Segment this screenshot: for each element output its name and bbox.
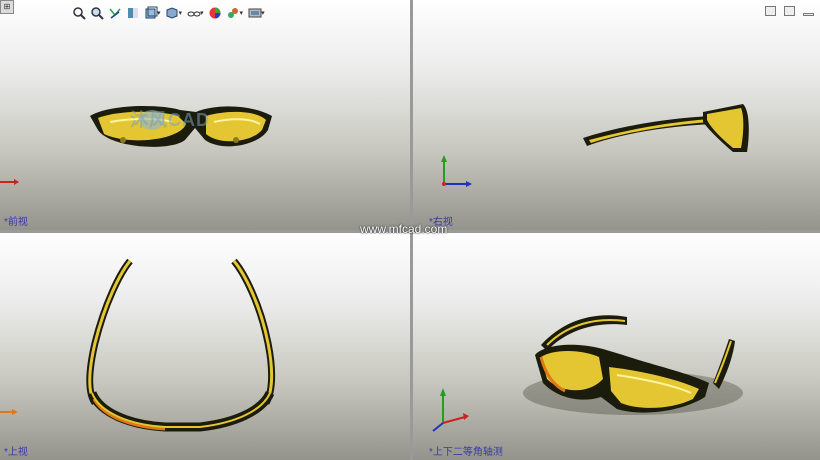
watermark-logo-text: 沐风CAD xyxy=(130,110,210,130)
view-label-front: *前视 xyxy=(4,217,28,228)
glasses-top-model[interactable] xyxy=(0,233,410,460)
viewport-top[interactable]: *上视 xyxy=(0,233,410,460)
view-label-top: *上视 xyxy=(4,447,28,458)
glasses-dimetric-model[interactable] xyxy=(413,233,820,460)
viewport-front[interactable]: ⊞ ▾ ▾ ▾ ▾ ▾ 沐风CAD *前视 xyxy=(0,0,410,230)
viewport-right[interactable]: *右视 xyxy=(413,0,820,230)
watermark-url: www.mfcad.com xyxy=(360,222,448,236)
glasses-side-model[interactable] xyxy=(413,0,820,230)
viewport-dimetric[interactable]: *上下二等角轴测 xyxy=(413,233,820,460)
view-label-dimetric: *上下二等角轴测 xyxy=(429,447,503,458)
